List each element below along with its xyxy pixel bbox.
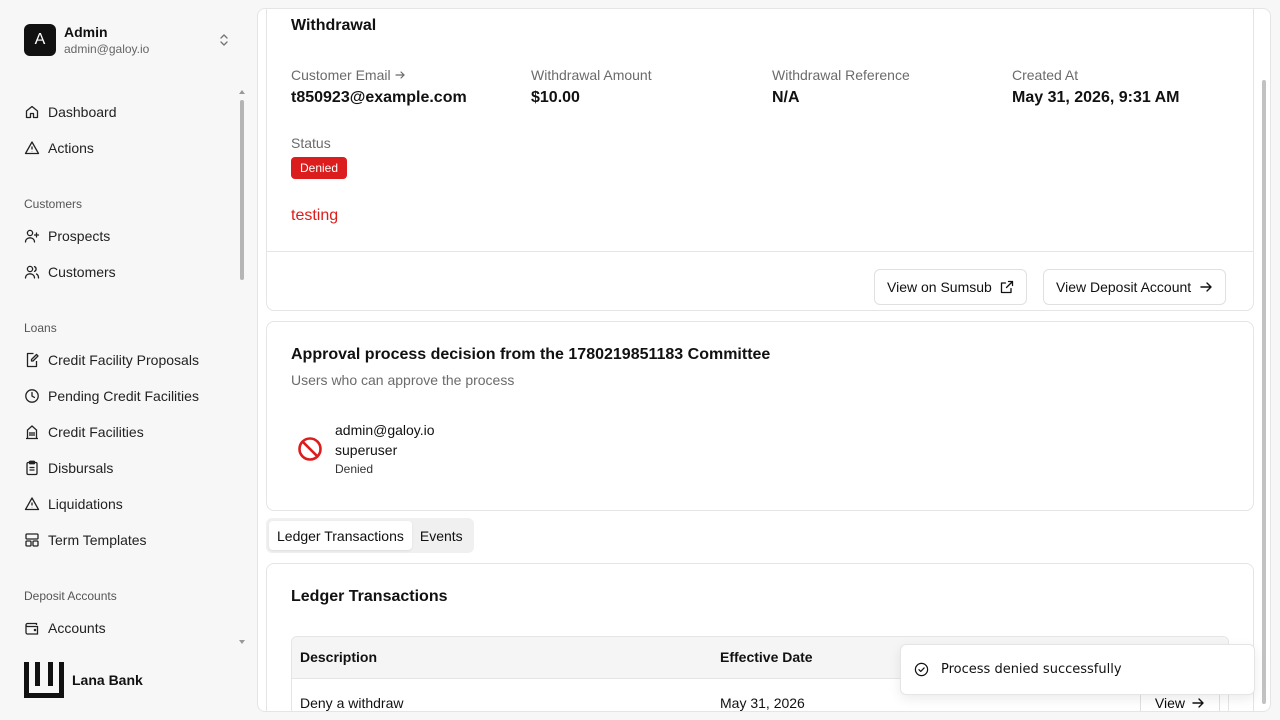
sidebar-item-label: Credit Facility Proposals [48, 352, 199, 368]
row-effective-date: May 31, 2026 [720, 695, 805, 711]
approver-email: admin@galoy.io [335, 422, 435, 438]
withdrawal-amount-value: $10.00 [531, 89, 580, 106]
nav-group-title: Customers [24, 197, 83, 211]
scroll-up-arrow[interactable] [239, 90, 245, 94]
sidebar-item-label: Dashboard [48, 104, 117, 120]
sidebar-item-label: Pending Credit Facilities [48, 388, 199, 404]
sidebar-item-label: Credit Facilities [48, 424, 144, 440]
status-label: Status [291, 135, 331, 151]
column-header-effective-date: Effective Date [720, 649, 813, 665]
arrow-right-icon [394, 71, 405, 79]
customer-email-label: Customer Email [291, 67, 391, 83]
users-icon [24, 265, 40, 279]
approver-status: Denied [335, 462, 374, 476]
approval-card: Approval process decision from the 17802… [266, 321, 1254, 511]
row-description: Deny a withdraw [300, 695, 404, 711]
sidebar-item-dashboard[interactable]: Dashboard [24, 100, 117, 124]
approval-title: Approval process decision from the 17802… [291, 346, 771, 363]
tab-ledger-transactions[interactable]: Ledger Transactions [269, 521, 412, 550]
chevrons-up-down-icon [220, 34, 228, 46]
external-link-icon [1000, 280, 1013, 294]
sidebar-item-label: Term Templates [48, 532, 147, 548]
layout-icon [25, 533, 39, 547]
arrow-right-icon [1200, 282, 1212, 292]
scroll-down-arrow[interactable] [239, 640, 245, 644]
sidebar-item-label: Disbursals [48, 460, 114, 476]
triangle-alert-icon [24, 141, 40, 155]
view-on-sumsub-button[interactable]: View on Sumsub [874, 269, 1027, 305]
withdrawal-reference-label: Withdrawal Reference [772, 67, 910, 83]
divider [267, 251, 1253, 252]
brand-name: Lana Bank [72, 672, 143, 688]
view-label: View [1154, 695, 1185, 711]
approver-role: superuser [335, 442, 398, 458]
main-scrollbar[interactable] [1262, 80, 1266, 704]
sidebar-item-disbursals[interactable]: Disbursals [24, 456, 113, 480]
user-email: admin@galoy.io [64, 42, 150, 56]
column-header-description: Description [300, 649, 378, 665]
sidebar-item-actions[interactable]: Actions [24, 136, 94, 160]
approval-subtitle: Users who can approve the process [291, 372, 515, 388]
sidebar-item-customers[interactable]: Customers [24, 260, 116, 284]
sidebar-nav: Dashboard Actions Customers Prospects Cu… [0, 92, 256, 648]
customer-email-link[interactable]: Customer Email [291, 67, 405, 83]
file-pen-icon [26, 352, 39, 368]
withdrawal-card: Withdrawal Customer Email t850923@exampl… [266, 9, 1254, 311]
avatar: A [24, 24, 56, 56]
nav-group-title: Loans [24, 321, 57, 335]
sidebar-item-term-templates[interactable]: Term Templates [24, 528, 147, 552]
view-on-sumsub-label: View on Sumsub [887, 279, 992, 295]
sidebar-item-label: Prospects [48, 228, 111, 244]
sidebar-scrollbar[interactable] [240, 100, 244, 280]
sidebar-item-credit-facility-proposals[interactable]: Credit Facility Proposals [24, 348, 199, 372]
home-icon [25, 105, 39, 119]
nav-group-title: Deposit Accounts [24, 589, 117, 603]
page-title: Withdrawal [291, 17, 377, 34]
created-at-label: Created At [1012, 67, 1079, 83]
sidebar-item-accounts[interactable]: Accounts [24, 616, 106, 640]
sidebar-item-label: Liquidations [48, 496, 123, 512]
user-plus-icon [24, 229, 40, 243]
denial-reason: testing [291, 207, 339, 224]
withdrawal-reference-value: N/A [772, 89, 800, 106]
clock-icon [25, 389, 39, 403]
arrow-right-icon [1192, 698, 1204, 708]
main-content: Withdrawal Customer Email t850923@exampl… [257, 8, 1271, 712]
withdrawal-amount-label: Withdrawal Amount [531, 67, 652, 83]
user-name: Admin [64, 24, 108, 40]
sidebar: A Admin admin@galoy.io Dashboard Actions… [0, 0, 256, 720]
tabs-list: Ledger Transactions Events [266, 518, 474, 553]
status-badge: Denied [291, 157, 348, 179]
view-deposit-account-button[interactable]: View Deposit Account [1043, 269, 1227, 305]
ledger-title: Ledger Transactions [291, 588, 448, 605]
user-menu[interactable]: A Admin admin@galoy.io [24, 22, 240, 58]
triangle-alert-icon [24, 497, 40, 511]
ban-icon [298, 437, 322, 461]
view-deposit-account-label: View Deposit Account [1056, 279, 1192, 295]
sidebar-item-prospects[interactable]: Prospects [24, 224, 110, 248]
toast-notification: Process denied successfully [900, 644, 1255, 695]
tab-events[interactable]: Events [412, 521, 471, 550]
brand: Lana Bank [24, 662, 143, 698]
wallet-icon [25, 622, 39, 635]
clipboard-icon [26, 460, 38, 476]
created-at-value: May 31, 2026, 9:31 AM [1012, 89, 1180, 106]
sidebar-item-label: Actions [48, 140, 94, 156]
sidebar-item-label: Customers [48, 264, 116, 280]
check-circle-icon [914, 662, 929, 677]
sidebar-item-pending-credit-facilities[interactable]: Pending Credit Facilities [24, 384, 199, 408]
customer-email-value: t850923@example.com [291, 89, 467, 106]
building-icon [26, 425, 38, 440]
sidebar-item-label: Accounts [48, 620, 106, 636]
lana-bank-logo-icon [24, 662, 64, 698]
sidebar-item-liquidations[interactable]: Liquidations [24, 492, 123, 516]
sidebar-item-credit-facilities[interactable]: Credit Facilities [24, 420, 144, 444]
toast-message: Process denied successfully [941, 662, 1122, 677]
